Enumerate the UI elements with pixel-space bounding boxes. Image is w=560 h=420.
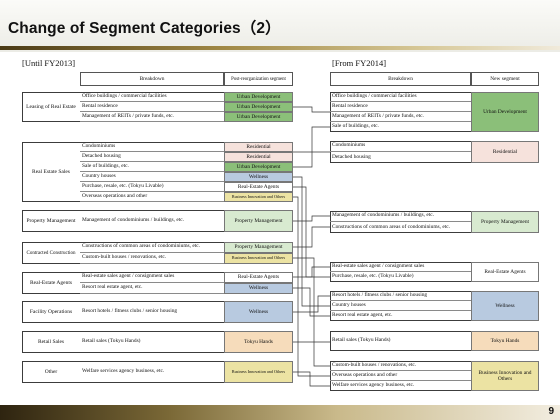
left-header-breakdown: Breakdown [80,72,224,86]
left-segment-badge: Real-Estate Agents [224,182,293,192]
right-header-segment: New segment [471,72,539,86]
left-segment-badge: Urban Development [224,102,293,112]
left-segment-badge: Real-Estate Agents [224,272,293,283]
left-item: Sale of buildings, etc. [80,162,224,172]
connector-line [293,371,330,387]
right-segment-badge: Business Innovation and Others [471,361,539,391]
right-item: Purchase, resale, etc. (Tokyu Livable) [332,273,414,280]
left-category-label: Retail Sales [37,339,65,345]
footer-bar [0,405,560,420]
left-segment-badge: Wellness [224,172,293,182]
left-category-label: Other [44,369,58,375]
left-segment-badge: Property Management [224,242,293,253]
left-period-label: [Until FY2013] [22,58,76,68]
left-category-label: Real Estate Sales [32,169,70,175]
left-item: Management of REITs / private funds, etc… [80,112,224,122]
left-item: Retail sales (Tokyu Hands) [82,338,141,345]
right-item: Detached housing [332,153,371,160]
right-segment-badge: Wellness [471,291,539,321]
left-item: Country houses [80,172,224,182]
connector-line [293,266,330,278]
left-item: Resort real estate agent, etc. [80,283,224,294]
right-item: Rental residence [330,102,471,112]
title-bar: Change of Segment Categories（2） [0,0,560,52]
left-segment-badge: Business Innovation and Others [224,192,293,202]
page-title: Change of Segment Categories（2） [8,20,281,37]
left-segment-badge: Business Innovation and Others [224,253,293,264]
right-item: Overseas operations and other [330,371,471,381]
right-segment-badge: Urban Development [471,92,539,132]
right-item: Custom-built houses / renovations, etc. [330,361,471,371]
left-segment-badge: Residential [224,142,293,152]
left-item: Real-estate sales agent / consignment sa… [80,272,224,283]
right-item: Resort hotels / fitness clubs / senior h… [330,291,471,301]
left-segment-badge: Urban Development [224,162,293,172]
left-item: Condominiums [80,142,224,152]
right-item: Office buildings / commercial facilities [330,92,471,102]
right-item: Country houses [330,301,471,311]
right-item: Constructions of common areas of condomi… [332,223,450,230]
left-item: Detached housing [80,152,224,162]
right-segment-badge: Real-Estate Agents [471,262,539,282]
right-segment-badge: Residential [471,141,539,163]
right-item: Real-estate sales agent / consignment sa… [330,262,471,272]
connector-line [293,106,330,113]
connector-line [293,257,330,367]
connector-line [293,196,330,377]
left-item: Overseas operations and other [80,192,224,202]
right-segment-badge: Property Management [471,211,539,233]
right-item: Condominiums [330,141,471,152]
connector-line [293,287,330,317]
left-item: Custom-built houses / renovations, etc. [80,253,224,264]
right-item: Welfare services agency business, etc. [332,382,415,389]
left-item: Resort hotels / fitness clubs / senior h… [82,308,178,315]
right-header-breakdown: Breakdown [330,72,471,86]
left-segment-badge: Wellness [224,301,293,323]
left-category-label: Facility Operations [29,309,73,315]
left-category-label: Contracted Construction [26,250,76,256]
left-item: Constructions of common areas of condomi… [80,242,224,253]
left-item: Purchase, resale, etc. (Tokyu Livable) [80,182,224,192]
connector-line [293,186,330,278]
left-segment-badge: Property Management [224,210,293,232]
left-category-label: Leasing of Real Estate [26,104,76,110]
connector-line [293,226,330,248]
left-item: Management of condominiums / buildings, … [82,217,184,224]
left-segment-badge: Business Innovation and Others [224,361,293,383]
left-item: Welfare services agency business, etc. [82,368,165,375]
left-item: Office buildings / commercial facilities [80,92,224,102]
left-segment-badge: Tokyu Hands [224,331,293,353]
right-segment-badge: Tokyu Hands [471,331,539,351]
connector-line [293,126,330,168]
left-segment-badge: Residential [224,152,293,162]
right-period-label: [From FY2014] [332,58,387,68]
right-item: Sale of buildings, etc. [332,123,379,130]
title-rule [0,46,560,50]
right-item: Management of condominiums / buildings, … [330,211,471,222]
connector-line [293,215,330,222]
left-category-label: Real-Estate Agents [29,280,72,286]
left-segment-badge: Urban Development [224,92,293,102]
left-header-segment: Post-reorganization segment [224,72,293,86]
left-segment-badge: Urban Development [224,112,293,122]
page-number: 9 [548,406,554,417]
left-item: Rental residence [80,102,224,112]
connector-line [293,176,330,307]
right-item: Resort real estate agent, etc. [332,312,393,319]
connector-line [293,295,330,313]
right-item: Retail sales (Tokyu Hands) [332,337,391,344]
left-category-label: Property Management [26,218,76,224]
right-item: Management of REITs / private funds, etc… [330,112,471,122]
left-segment-badge: Wellness [224,283,293,294]
